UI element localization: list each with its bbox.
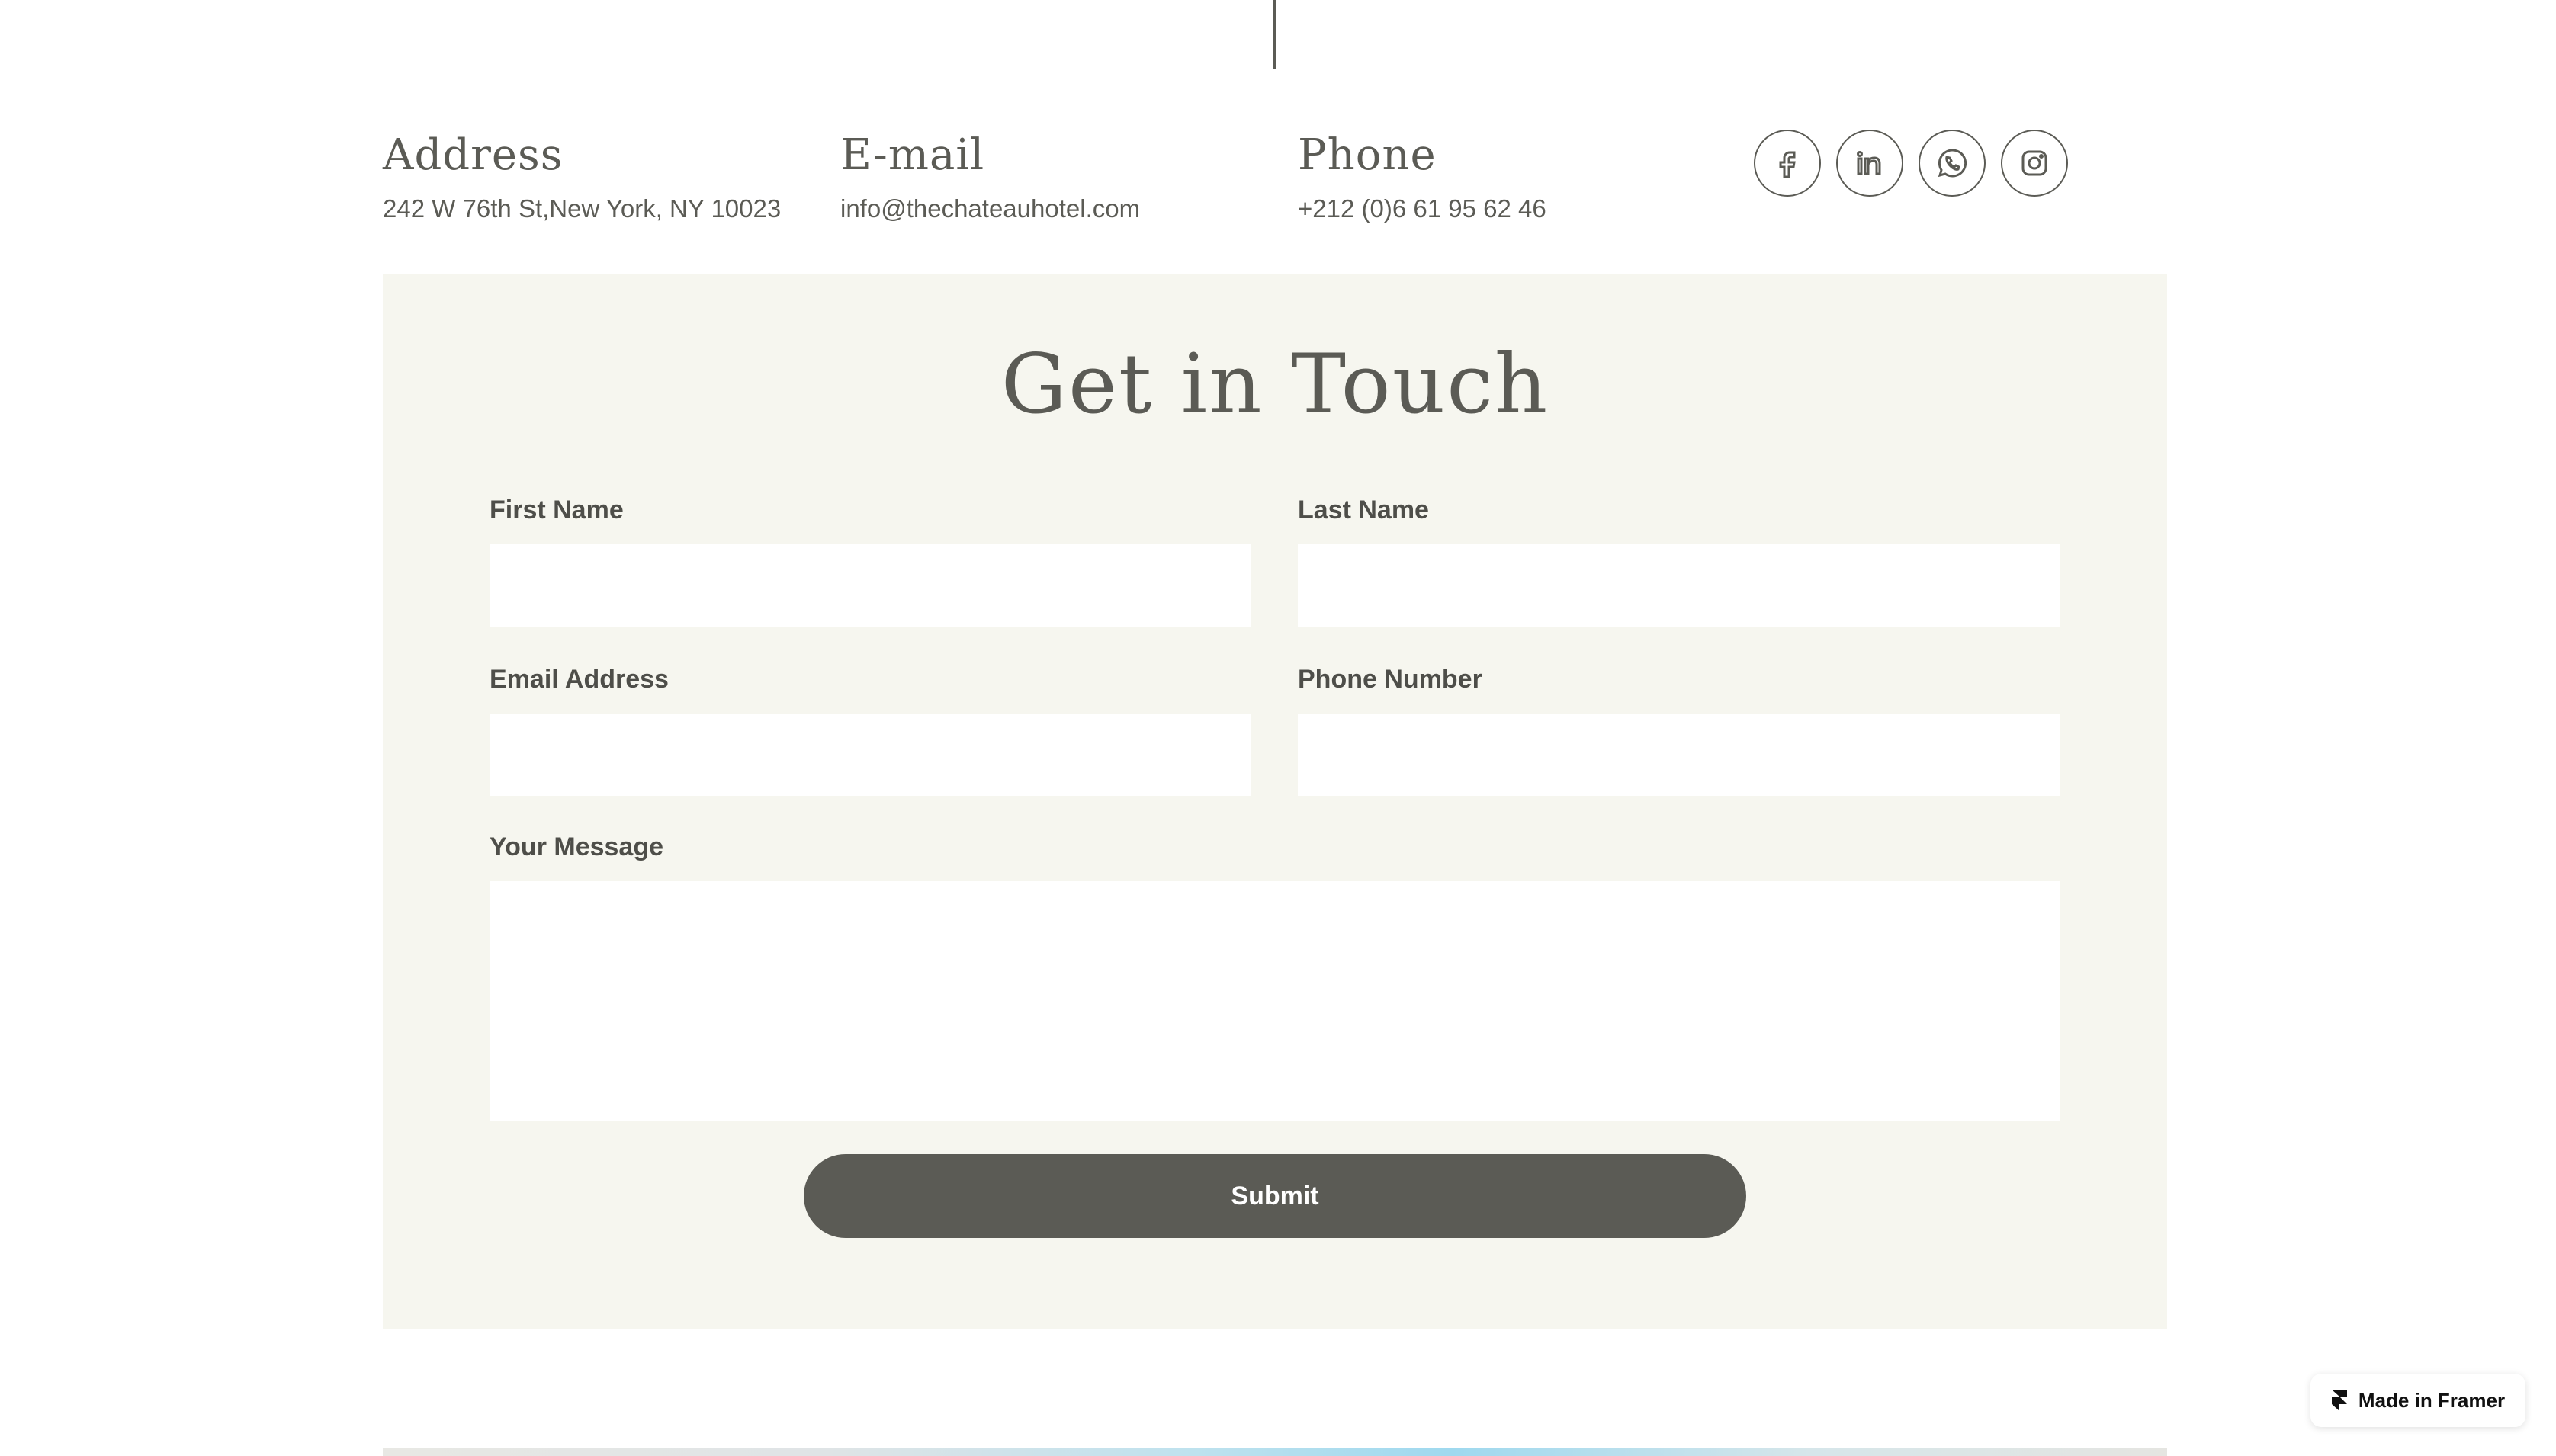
submit-button[interactable]: Submit bbox=[804, 1154, 1746, 1238]
phone-label: Phone Number bbox=[1298, 665, 1482, 694]
facebook-button[interactable] bbox=[1754, 130, 1821, 197]
last-name-label: Last Name bbox=[1298, 495, 1429, 524]
form-title: Get in Touch bbox=[1000, 337, 1549, 432]
facebook-icon bbox=[1779, 151, 1796, 178]
email-input[interactable] bbox=[490, 714, 1251, 796]
address-value: 242 W 76th St,New York, NY 10023 bbox=[383, 194, 782, 223]
phone-link[interactable]: +212 (0)6 61 95 62 46 bbox=[1298, 192, 1546, 226]
first-name-label: First Name bbox=[490, 495, 624, 524]
framer-logo-icon bbox=[2331, 1390, 2347, 1411]
last-name-input[interactable] bbox=[1298, 544, 2060, 627]
linkedin-button[interactable] bbox=[1836, 130, 1903, 197]
phone-input[interactable] bbox=[1298, 714, 2060, 796]
social-links bbox=[1754, 130, 2068, 197]
first-name-input[interactable] bbox=[490, 544, 1251, 627]
contact-form: Get in Touch First Name Last Name Email … bbox=[383, 274, 2167, 1329]
phone-block: Phone +212 (0)6 61 95 62 46 bbox=[1298, 128, 1546, 226]
email-label: Email Address bbox=[490, 665, 669, 694]
badge-label: Made in Framer bbox=[2358, 1388, 2506, 1412]
whatsapp-icon bbox=[1938, 149, 1967, 178]
instagram-button[interactable] bbox=[2001, 130, 2068, 197]
email-block: E-mail info@thechateauhotel.com bbox=[840, 128, 1140, 226]
made-in-framer-badge[interactable]: Made in Framer bbox=[2310, 1374, 2525, 1427]
phone-heading: Phone bbox=[1298, 130, 1437, 180]
top-divider bbox=[1273, 0, 1276, 69]
whatsapp-button[interactable] bbox=[1919, 130, 1986, 197]
message-label: Your Message bbox=[490, 832, 664, 861]
address-block: Address 242 W 76th St,New York, NY 10023 bbox=[383, 128, 781, 226]
linkedin-icon bbox=[1857, 151, 1881, 175]
message-textarea[interactable] bbox=[490, 881, 2060, 1121]
address-heading: Address bbox=[383, 130, 564, 180]
map-preview[interactable] bbox=[383, 1448, 2167, 1456]
email-link[interactable]: info@thechateauhotel.com bbox=[840, 192, 1140, 226]
email-heading: E-mail bbox=[840, 130, 985, 180]
instagram-icon bbox=[2021, 150, 2047, 176]
